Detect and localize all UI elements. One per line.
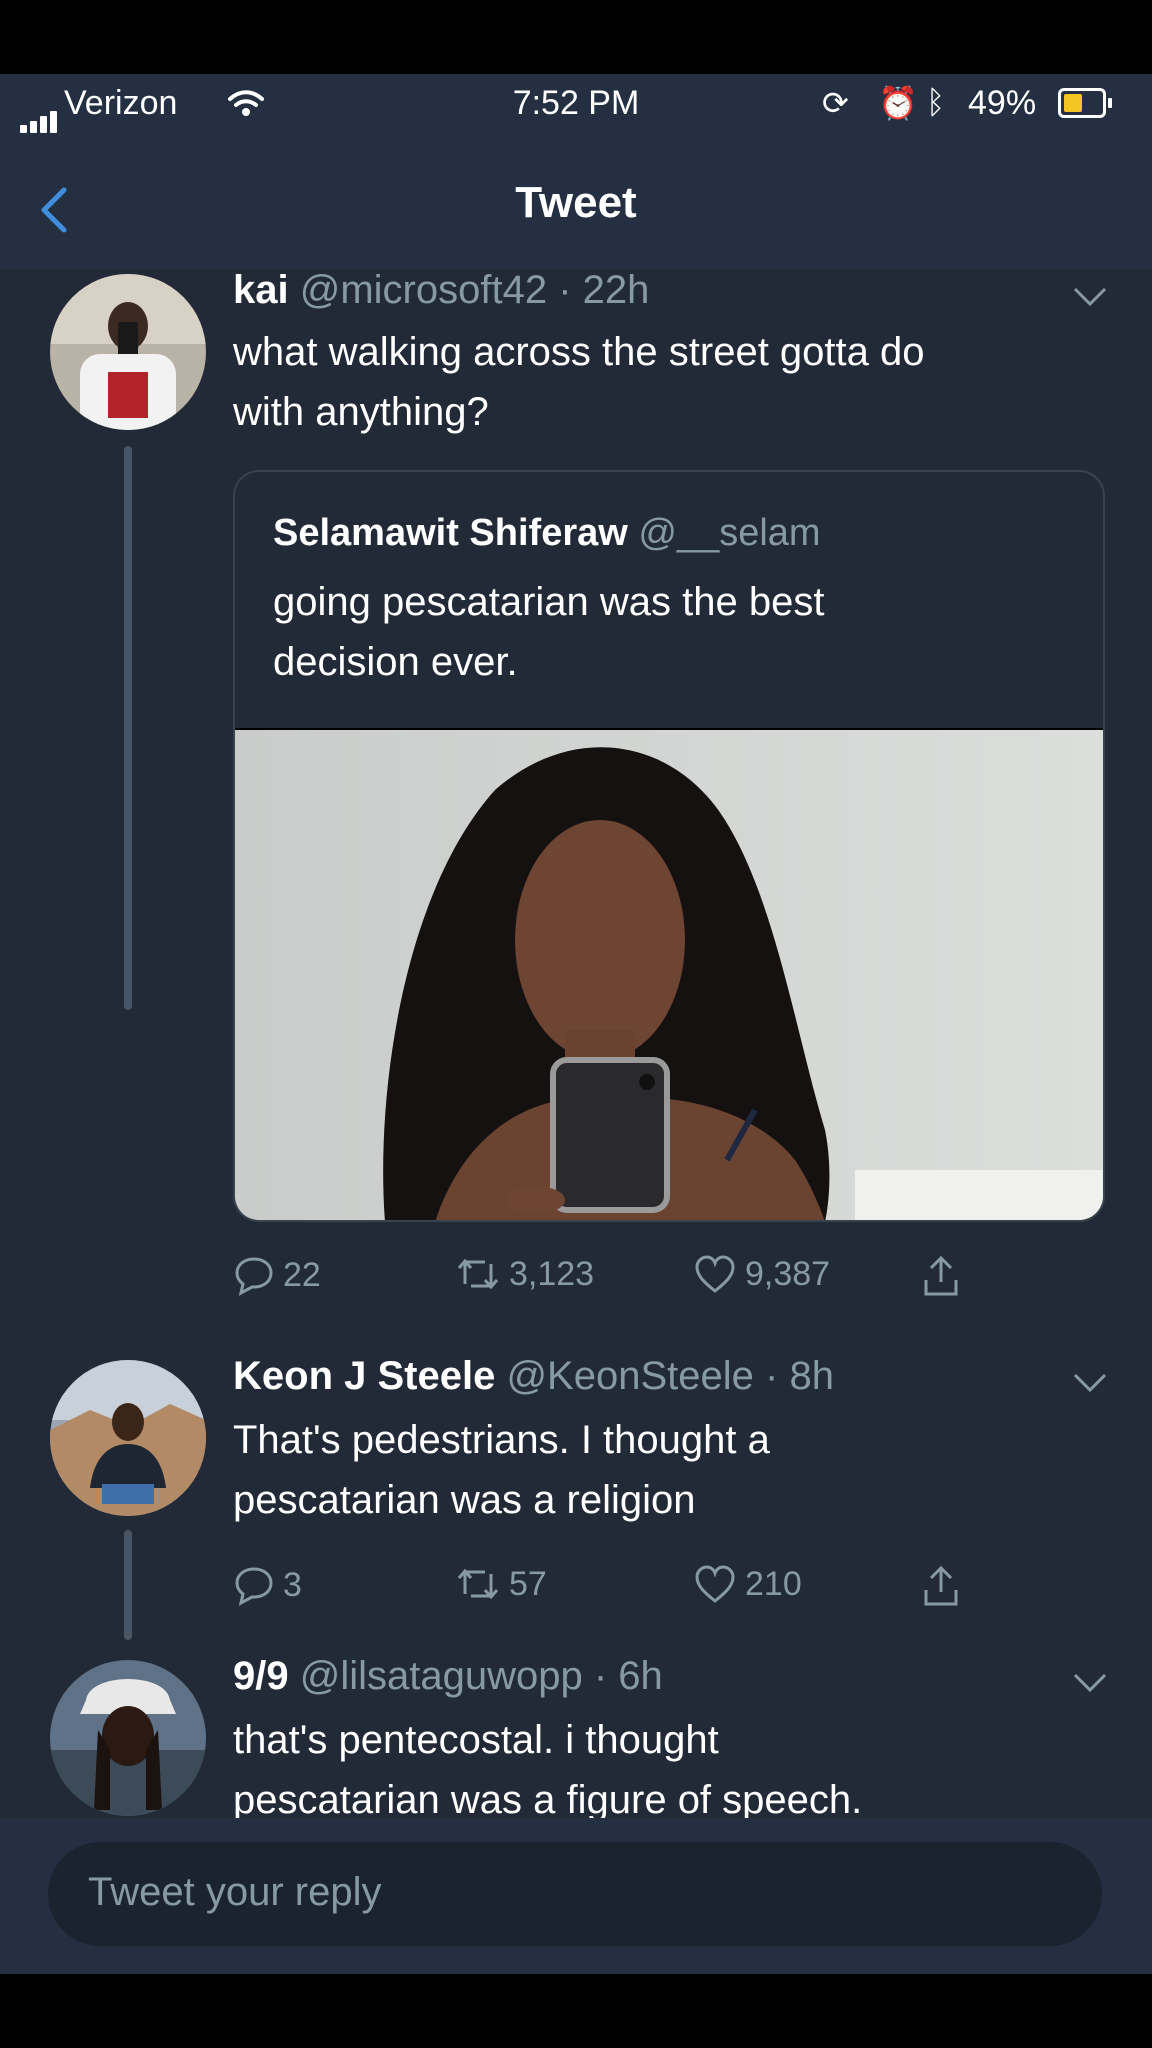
reply-count: 22 — [283, 1255, 321, 1294]
quote-text-line: decision ever. — [273, 640, 518, 684]
battery-icon — [1058, 88, 1112, 118]
tweet-header: 9/9 @lilsataguwopp · 6h — [233, 1654, 663, 1699]
tweet-text: That's pedestrians. I thought a pescatar… — [233, 1410, 770, 1530]
tweet-text-line: with anything? — [233, 390, 489, 434]
tweet-header: Keon J Steele @KeonSteele · 8h — [233, 1354, 834, 1399]
tweet-text: what walking across the street gotta do … — [233, 322, 924, 442]
share-button[interactable] — [921, 1564, 961, 1608]
reply-input[interactable]: Tweet your reply — [48, 1842, 1102, 1946]
lock-rotation-icon: ⟳ — [822, 85, 849, 121]
bluetooth-icon: ᛒ — [926, 84, 946, 120]
like-icon — [695, 1565, 735, 1603]
reply-button[interactable]: 22 — [233, 1254, 321, 1296]
chevron-down-icon[interactable] — [1072, 1372, 1108, 1394]
quote-author-name: Selamawit Shiferaw — [273, 512, 628, 554]
status-bar: Verizon 7:52 PM ⟳ ⏰ ᛒ 49% — [0, 74, 1152, 134]
thread-line — [124, 1530, 132, 1640]
author-name[interactable]: kai — [233, 268, 289, 312]
quote-text-line: going pescatarian was the best — [273, 580, 825, 624]
reply-bar: Tweet your reply — [0, 1818, 1152, 1974]
reply-button[interactable]: 3 — [233, 1564, 302, 1606]
reply-count: 3 — [283, 1565, 302, 1604]
quote-author-handle: @__selam — [638, 512, 821, 554]
tweet-text-line: that's pentecostal. i thought — [233, 1718, 719, 1762]
avatar-keon[interactable] — [50, 1360, 206, 1516]
like-count: 210 — [745, 1564, 802, 1603]
share-icon — [924, 1255, 958, 1296]
like-count: 9,387 — [745, 1254, 831, 1293]
author-name[interactable]: Keon J Steele — [233, 1354, 495, 1398]
retweet-button[interactable]: 57 — [455, 1564, 547, 1604]
retweet-icon — [457, 1258, 499, 1290]
tweet-time: · 8h — [765, 1354, 834, 1398]
alarm-icon: ⏰ — [878, 85, 918, 121]
quote-photo[interactable] — [235, 728, 1103, 1220]
tweet-screen: kai @microsoft42 · 22h what walking acro… — [0, 74, 1152, 1974]
tweet-text-line: That's pedestrians. I thought a — [233, 1418, 770, 1462]
retweet-button[interactable]: 3,123 — [455, 1254, 594, 1294]
tweet-time: · 22h — [558, 268, 650, 312]
retweet-count: 57 — [509, 1564, 547, 1603]
page-title: Tweet — [515, 178, 637, 227]
share-button[interactable] — [921, 1254, 961, 1298]
like-button[interactable]: 210 — [693, 1564, 802, 1604]
battery-percent: 49% — [968, 84, 1037, 122]
author-handle[interactable]: @microsoft42 — [300, 268, 547, 312]
tweet-header: kai @microsoft42 · 22h — [233, 268, 649, 313]
tweet-actions: 3 57 210 — [233, 1564, 993, 1614]
quoted-tweet[interactable]: Selamawit Shiferaw @__selam going pescat… — [233, 470, 1105, 1222]
quote-text: going pescatarian was the best decision … — [273, 572, 1053, 692]
top-bar: Verizon 7:52 PM ⟳ ⏰ ᛒ 49% Tweet — [0, 74, 1152, 269]
tweet-actions: 22 3,123 9,387 — [233, 1254, 993, 1304]
reply-icon — [235, 1567, 273, 1606]
tweet-text-line: what walking across the street gotta do — [233, 330, 925, 374]
retweet-icon — [457, 1568, 499, 1600]
avatar-kai[interactable] — [50, 274, 206, 430]
thread-line — [124, 446, 132, 1010]
like-button[interactable]: 9,387 — [693, 1254, 830, 1294]
author-handle[interactable]: @lilsataguwopp — [300, 1654, 583, 1698]
chevron-down-icon[interactable] — [1072, 1672, 1108, 1694]
author-name[interactable]: 9/9 — [233, 1654, 289, 1698]
like-icon — [695, 1255, 735, 1293]
reply-icon — [235, 1257, 273, 1296]
reply-placeholder: Tweet your reply — [88, 1870, 382, 1914]
battery-level — [1064, 94, 1082, 112]
tweet-text: that's pentecostal. i thought pescataria… — [233, 1710, 862, 1830]
share-icon — [924, 1565, 958, 1606]
author-handle[interactable]: @KeonSteele — [506, 1354, 753, 1398]
tweet-time: · 6h — [593, 1654, 663, 1698]
tweet-text-line: pescatarian was a religion — [233, 1478, 696, 1522]
avatar-9-9[interactable] — [50, 1660, 206, 1816]
chevron-down-icon[interactable] — [1072, 286, 1108, 308]
retweet-count: 3,123 — [509, 1254, 595, 1293]
quote-header: Selamawit Shiferaw @__selam — [273, 512, 821, 555]
